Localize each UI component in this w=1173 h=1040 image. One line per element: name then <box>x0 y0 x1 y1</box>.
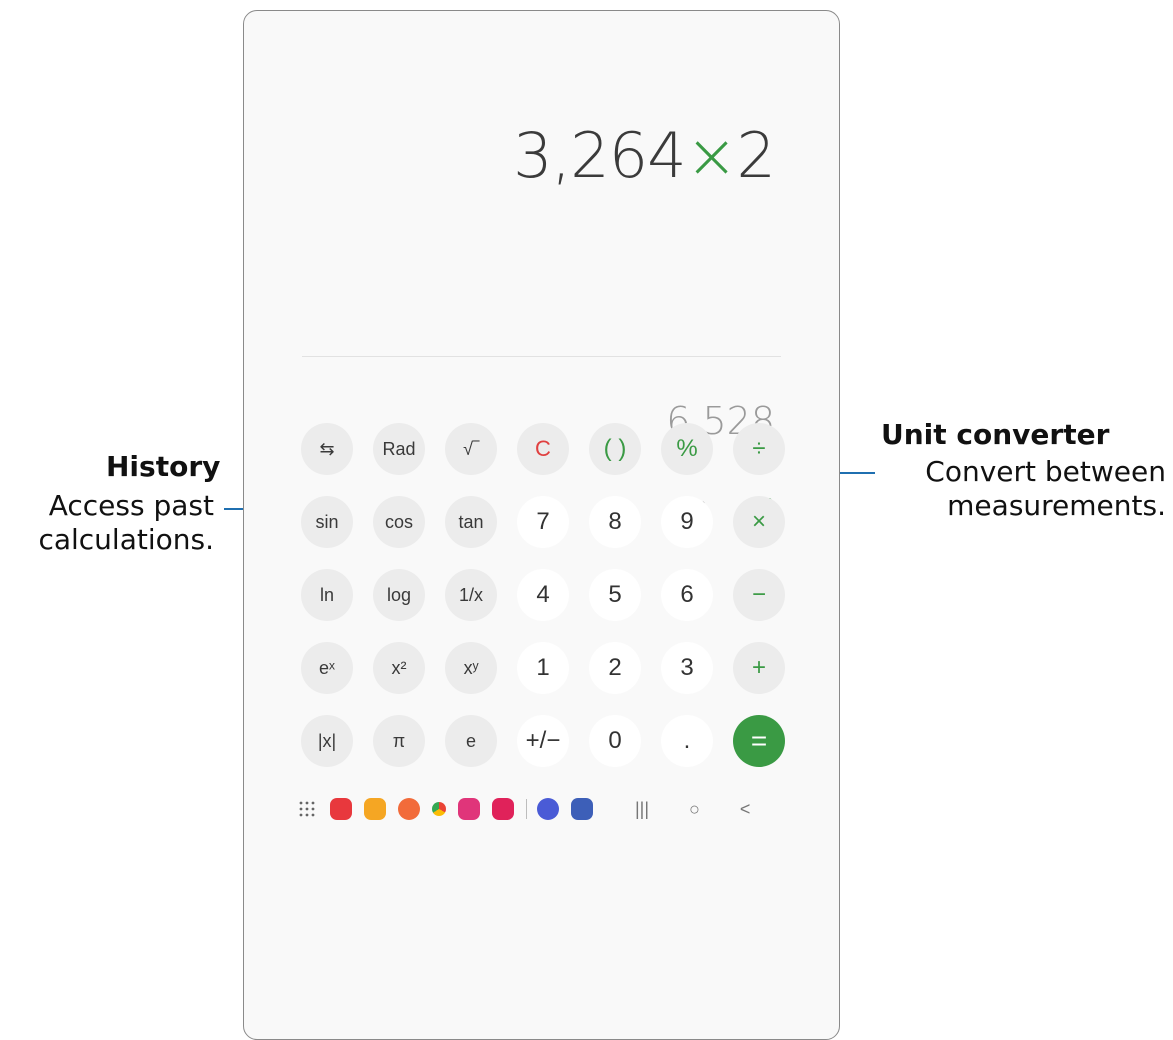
key-tan[interactable]: tan <box>445 496 497 548</box>
display-divider <box>302 356 781 357</box>
key-decimal[interactable]: . <box>661 715 713 767</box>
screen-recorder-app-icon[interactable] <box>492 798 514 820</box>
key-swap[interactable]: ⇆ <box>301 423 353 475</box>
settings-app-icon[interactable] <box>571 798 593 820</box>
key-negate[interactable]: +/− <box>517 715 569 767</box>
key-ln[interactable]: ln <box>301 569 353 621</box>
unit-converter-callout-title: Unit converter <box>881 418 1110 451</box>
unit-converter-callout-desc-line2: measurements. <box>947 489 1166 522</box>
key-1[interactable]: 1 <box>517 642 569 694</box>
key-parentheses[interactable]: ( ) <box>589 423 641 475</box>
expression-operator: × <box>685 119 738 192</box>
key-equals[interactable]: = <box>733 715 785 767</box>
back-button[interactable]: < <box>740 799 751 820</box>
notes-app-icon[interactable] <box>330 798 352 820</box>
key-5[interactable]: 5 <box>589 569 641 621</box>
key-e[interactable]: e <box>445 715 497 767</box>
key-square[interactable]: x² <box>373 642 425 694</box>
history-callout-title: History <box>106 450 221 483</box>
key-abs[interactable]: |x| <box>301 715 353 767</box>
key-rad[interactable]: Rad <box>373 423 425 475</box>
home-button[interactable]: ○ <box>689 799 700 820</box>
history-callout-desc-line1: Access past <box>48 489 214 522</box>
history-callout-desc: Access past calculations. <box>18 489 214 557</box>
apps-grid-icon[interactable] <box>296 798 318 820</box>
expression-operand-1: 3,264 <box>513 119 686 192</box>
key-sin[interactable]: sin <box>301 496 353 548</box>
expression-operand-2: 2 <box>736 119 776 192</box>
expression-display[interactable]: 3,264×2 <box>513 119 776 192</box>
contacts-app-icon[interactable] <box>398 798 420 820</box>
key-add[interactable]: + <box>733 642 785 694</box>
key-exp[interactable]: eˣ <box>301 642 353 694</box>
key-clear[interactable]: C <box>517 423 569 475</box>
key-percent[interactable]: % <box>661 423 713 475</box>
key-divide[interactable]: ÷ <box>733 423 785 475</box>
history-callout-desc-line2: calculations. <box>38 523 214 556</box>
key-power[interactable]: xʸ <box>445 642 497 694</box>
key-log[interactable]: log <box>373 569 425 621</box>
key-pi[interactable]: π <box>373 715 425 767</box>
key-7[interactable]: 7 <box>517 496 569 548</box>
key-subtract[interactable]: − <box>733 569 785 621</box>
gallery-app-icon[interactable] <box>458 798 480 820</box>
key-6[interactable]: 6 <box>661 569 713 621</box>
key-2[interactable]: 2 <box>589 642 641 694</box>
calculator-app-window: 3,264×2 6,528 ⇆ Rad √‾ C ( ) % ÷ sin cos… <box>243 10 840 1040</box>
key-8[interactable]: 8 <box>589 496 641 548</box>
recent-apps-button[interactable]: ||| <box>635 799 649 820</box>
chrome-app-icon[interactable] <box>432 802 446 816</box>
key-cos[interactable]: cos <box>373 496 425 548</box>
unit-converter-callout-desc-line1: Convert between <box>925 455 1166 488</box>
key-0[interactable]: 0 <box>589 715 641 767</box>
key-reciprocal[interactable]: 1/x <box>445 569 497 621</box>
taskbar: ||| ○ < <box>244 786 839 832</box>
key-sqrt[interactable]: √‾ <box>445 423 497 475</box>
clock-app-icon[interactable] <box>537 798 559 820</box>
key-3[interactable]: 3 <box>661 642 713 694</box>
key-9[interactable]: 9 <box>661 496 713 548</box>
files-app-icon[interactable] <box>364 798 386 820</box>
unit-converter-callout-desc: Convert between measurements. <box>861 455 1166 523</box>
taskbar-divider <box>526 799 527 819</box>
key-multiply[interactable]: × <box>733 496 785 548</box>
key-4[interactable]: 4 <box>517 569 569 621</box>
